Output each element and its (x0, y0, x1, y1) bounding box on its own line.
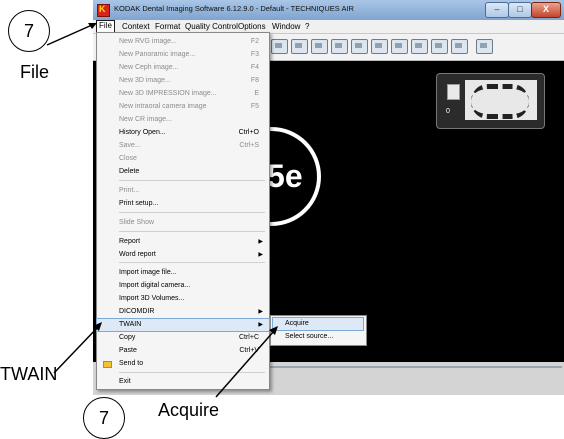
callout-file: File (20, 62, 50, 82)
arrow-to-acquire (215, 330, 275, 398)
arrowhead-acquire (269, 326, 278, 335)
callout-arrows (46, 23, 278, 398)
step-number-circle-top: 7 (8, 10, 50, 52)
step-number-circle-bottom: 7 (83, 397, 125, 439)
arrowhead-twain (93, 322, 102, 331)
arrow-to-twain (53, 326, 99, 374)
callout-twain: TWAIN (0, 364, 58, 384)
arrow-to-file-menu (46, 24, 93, 46)
callout-acquire: Acquire (158, 400, 220, 420)
